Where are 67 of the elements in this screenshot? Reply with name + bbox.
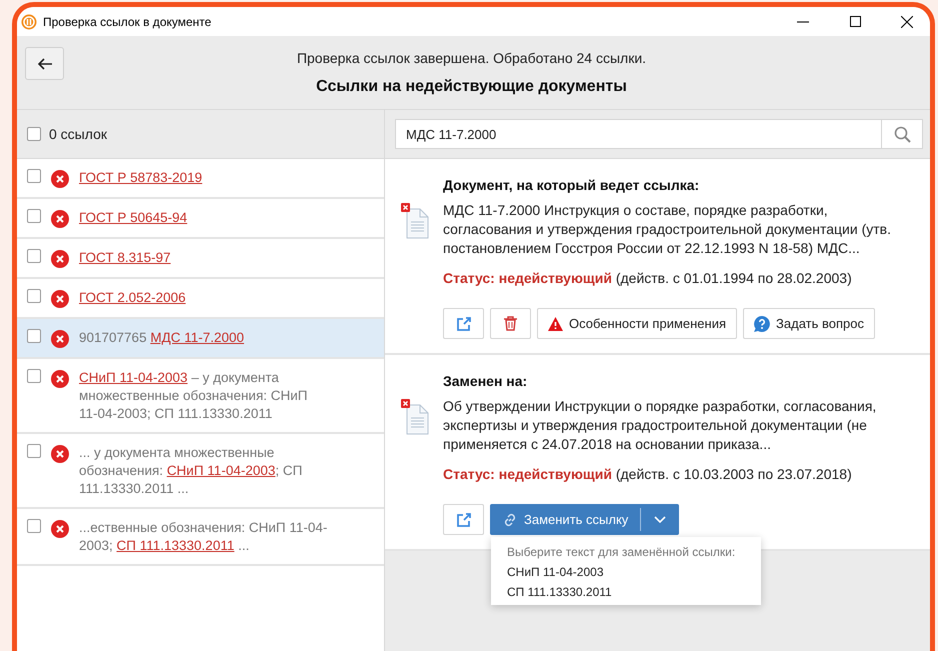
document-link[interactable]: ГОСТ Р 50645-94 xyxy=(79,210,188,225)
search-icon xyxy=(894,126,910,142)
ask-question-button[interactable]: Задать вопрос xyxy=(743,308,875,339)
summary-text: Проверка ссылок завершена. Обработано 24 ссылки. xyxy=(296,50,646,66)
error-icon xyxy=(51,290,69,308)
close-icon xyxy=(901,16,913,28)
document-link[interactable]: СНиП 11-04-2003 xyxy=(79,370,188,385)
document-link[interactable]: ГОСТ 2.052-2006 xyxy=(79,290,186,305)
menu-item[interactable]: СП 111.13330.2011 xyxy=(507,585,745,599)
document-status: Статус: недействующий (действ. с 10.03.2003 по 23.07.2018) xyxy=(443,466,853,482)
delete-button[interactable] xyxy=(490,308,531,339)
page-title: Ссылки на недействующие документы xyxy=(316,78,627,96)
row-checkbox[interactable] xyxy=(27,209,41,223)
external-link-icon xyxy=(456,512,470,526)
selected-count: 0 ссылок xyxy=(49,126,107,142)
warning-icon xyxy=(548,316,563,330)
document-link[interactable]: ГОСТ 8.315-97 xyxy=(79,250,171,265)
app-logo-icon xyxy=(21,14,37,30)
document-status: Статус: недействующий (действ. с 01.01.1994 по 28.02.2003) xyxy=(443,270,853,286)
document-link[interactable]: ГОСТ Р 58783-2019 xyxy=(79,170,202,185)
open-document-button[interactable] xyxy=(443,504,484,535)
row-checkbox[interactable] xyxy=(27,444,41,458)
document-link[interactable]: СП 111.13330.2011 xyxy=(116,538,234,553)
trash-icon xyxy=(504,316,517,331)
row-checkbox[interactable] xyxy=(27,369,41,383)
reference-text: ...ественные обозначения: СНиП 11-04-2003; СП 111.13330.2011 ... xyxy=(79,519,328,555)
row-checkbox[interactable] xyxy=(27,329,41,343)
maximize-icon xyxy=(850,16,860,27)
document-description: МДС 11-7.2000 Инструкция о составе, порядке разработки, согласования и утверждения градостроительной документации (утв. постановлением Госстроя России от 22.12.1993 N 18-58) МДС... xyxy=(443,201,892,258)
open-document-button[interactable] xyxy=(443,308,484,339)
question-bubble-icon xyxy=(754,316,770,332)
external-link-icon xyxy=(456,316,470,330)
row-checkbox[interactable] xyxy=(27,289,41,303)
document-link[interactable]: МДС 11-7.2000 xyxy=(150,330,244,345)
error-icon xyxy=(51,250,69,268)
error-icon xyxy=(51,210,69,228)
search-button[interactable] xyxy=(881,119,923,149)
error-icon xyxy=(51,520,69,538)
section-heading: Заменен на: xyxy=(443,373,528,389)
document-error-icon xyxy=(401,399,431,435)
reference-text: ... у документа множественные обозначения: СНиП 11-04-2003; СП 111.13330.2011 ... xyxy=(79,444,304,498)
caret-icon xyxy=(654,516,666,523)
document-error-icon xyxy=(401,203,431,239)
section-heading: Документ, на который ведет ссылка: xyxy=(443,177,700,193)
reference-text: 901707765 МДС 11-7.2000 xyxy=(79,329,246,347)
row-checkbox[interactable] xyxy=(27,169,41,183)
menu-title: Выберите текст для заменённой ссылки: xyxy=(507,545,736,559)
minimize-icon xyxy=(797,20,809,22)
reference-row[interactable]: 901707765 МДС 11-7.2000 xyxy=(17,319,384,359)
back-button[interactable] xyxy=(25,47,64,80)
link-icon xyxy=(502,512,518,528)
row-checkbox[interactable] xyxy=(27,249,41,263)
error-icon xyxy=(51,370,69,388)
search-field[interactable]: МДС 11-7.2000 xyxy=(395,119,881,149)
select-all-checkbox[interactable] xyxy=(27,127,41,141)
menu-item[interactable]: СНиП 11-04-2003 xyxy=(507,565,745,579)
application-notes-button[interactable]: Особенности применения xyxy=(537,308,738,339)
error-icon xyxy=(51,330,69,348)
reference-text: СНиП 11-04-2003 – у документа множественные обозначения: СНиП 11-04-2003; СП 111.13330.2011 xyxy=(79,369,309,423)
replace-link-button[interactable]: Заменить ссылку xyxy=(490,508,642,531)
error-icon xyxy=(51,445,69,463)
window-title: Проверка ссылок в документе xyxy=(43,14,212,28)
back-arrow-icon xyxy=(38,58,52,70)
error-icon xyxy=(51,170,69,188)
document-description: Об утверждении Инструкции о порядке разработки, согласования, экспертизы и утверждения градостроительной документации (не применяется с 24.07.2018 на основании приказа... xyxy=(443,397,878,454)
row-checkbox[interactable] xyxy=(27,519,41,533)
document-link[interactable]: СНиП 11-04-2003 xyxy=(166,463,276,478)
